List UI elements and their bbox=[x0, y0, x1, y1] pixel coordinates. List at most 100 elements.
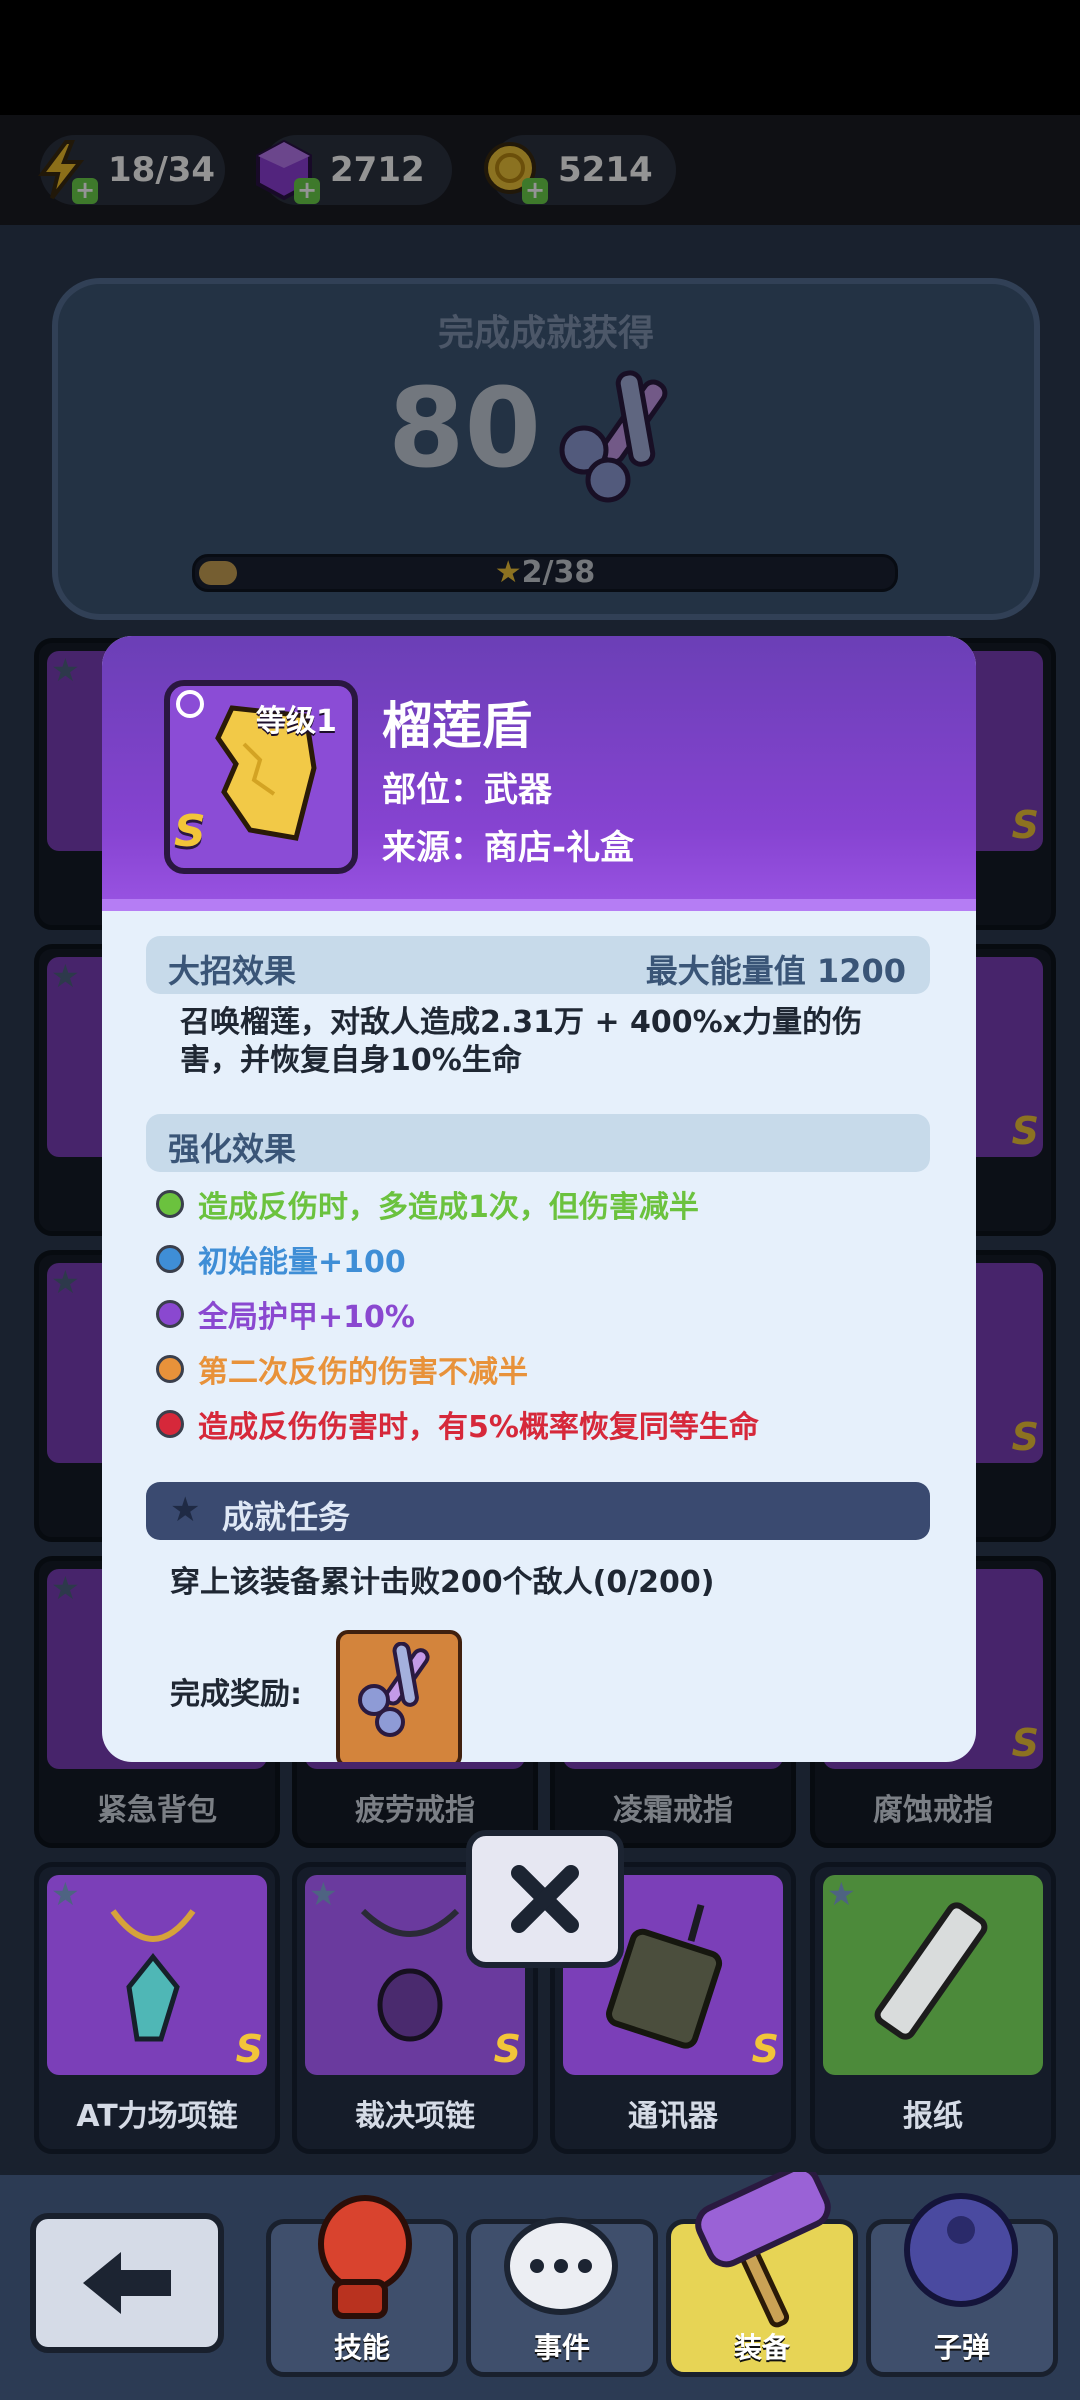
rank-badge: S bbox=[174, 806, 206, 857]
status-bar bbox=[0, 0, 1080, 115]
tab-events[interactable]: 事件 bbox=[466, 2217, 658, 2377]
necklace-icon bbox=[103, 1907, 203, 2051]
item-icon-frame: 等级1 S bbox=[164, 680, 358, 874]
bullet-dot-icon bbox=[156, 1300, 184, 1328]
close-button[interactable] bbox=[466, 1830, 624, 1968]
equipment-card-newspaper[interactable]: ★ 报纸 bbox=[810, 1862, 1056, 2154]
tab-label: 技能 bbox=[333, 2331, 390, 2364]
rank-badge: S bbox=[1011, 1415, 1039, 1459]
item-slot: 部位：武器 bbox=[382, 770, 552, 810]
tab-label: 装备 bbox=[733, 2331, 790, 2364]
blueberry-icon bbox=[901, 2184, 1021, 2318]
star-icon: ★ bbox=[51, 957, 80, 995]
item-name: 榴莲盾 bbox=[382, 697, 532, 755]
star-icon: ★ bbox=[51, 1875, 80, 1913]
ultimate-label: 大招效果 bbox=[168, 952, 297, 990]
card-label: 腐蚀戒指 bbox=[873, 1793, 993, 1828]
enhancement-item: 第二次反伤的伤害不减半 bbox=[156, 1347, 528, 1391]
add-gem-icon[interactable]: + bbox=[294, 178, 320, 204]
spiral-icon bbox=[176, 690, 204, 718]
close-icon bbox=[511, 1865, 579, 1933]
card-label: 凌霜戒指 bbox=[613, 1793, 733, 1828]
tab-skills[interactable]: 技能 bbox=[266, 2195, 458, 2377]
reward-label: 完成奖励: bbox=[170, 1677, 302, 1712]
bullet-dot-icon bbox=[156, 1245, 184, 1273]
item-source: 来源：商店-礼盒 bbox=[382, 828, 635, 868]
hammer-icon bbox=[689, 2164, 839, 2336]
bullet-dot-icon bbox=[156, 1355, 184, 1383]
card-label: 疲劳戒指 bbox=[355, 1793, 475, 1828]
chat-bubble-icon bbox=[501, 2214, 621, 2328]
ultimate-section-header: 大招效果 最大能量值 1200 bbox=[146, 936, 930, 994]
rank-badge: S bbox=[1011, 803, 1039, 847]
coin-value: 5214 bbox=[558, 150, 653, 190]
energy-value: 18/34 bbox=[108, 150, 216, 190]
rank-badge: S bbox=[493, 2027, 521, 2071]
equipment-card-at-field-necklace[interactable]: ★ S AT力场项链 bbox=[34, 1862, 280, 2154]
equipment-detail-modal: 等级1 S 榴莲盾 部位：武器 来源：商店-礼盒 大招效果 最大能量值 1200… bbox=[102, 636, 976, 1762]
pendant-icon bbox=[355, 1907, 465, 2051]
star-icon: ★ bbox=[51, 1263, 80, 1301]
ultimate-description-line2: 害，并恢复自身10%生命 bbox=[180, 1043, 522, 1078]
back-arrow-icon bbox=[83, 2252, 171, 2314]
item-level: 等级1 bbox=[256, 704, 337, 739]
star-icon: ★ bbox=[170, 1490, 201, 1530]
gem-counter[interactable]: + 2712 bbox=[256, 135, 452, 205]
card-label: AT力场项链 bbox=[76, 2099, 238, 2134]
enhancement-item: 全局护甲+10% bbox=[156, 1292, 415, 1336]
achievement-panel: 完成成就获得 80 ★2/38 bbox=[52, 278, 1040, 620]
resource-bar: + 18/34 + 2712 + 5214 bbox=[0, 115, 1080, 225]
boxing-glove-icon bbox=[307, 2190, 417, 2324]
rank-badge: S bbox=[1011, 1109, 1039, 1153]
gem-value: 2712 bbox=[330, 150, 425, 190]
star-icon: ★ bbox=[309, 1875, 338, 1913]
bullet-dot-icon bbox=[156, 1410, 184, 1438]
coin-icon: + bbox=[480, 138, 548, 204]
achievement-task-header: ★ 成就任务 bbox=[146, 1482, 930, 1540]
enhancement-item: 造成反伤时，多造成1次，但伤害减半 bbox=[156, 1182, 699, 1226]
card-label: 报纸 bbox=[903, 2099, 963, 2134]
task-label: 成就任务 bbox=[222, 1498, 351, 1536]
scissors-icon bbox=[350, 1641, 446, 1746]
gem-icon: + bbox=[252, 138, 320, 204]
star-icon: ★ bbox=[827, 1875, 856, 1913]
header-divider bbox=[102, 899, 976, 911]
lightning-icon: + bbox=[30, 138, 98, 204]
max-energy-label: 最大能量值 1200 bbox=[645, 952, 906, 990]
rank-badge: S bbox=[1011, 1721, 1039, 1765]
reward-item[interactable] bbox=[336, 1630, 462, 1762]
achievement-progress-label: ★2/38 bbox=[494, 555, 596, 590]
enhance-section-header: 强化效果 bbox=[146, 1114, 930, 1172]
achievement-progress-bar: ★2/38 bbox=[192, 554, 898, 592]
enhancement-item: 初始能量+100 bbox=[156, 1237, 406, 1281]
card-label: 裁决项链 bbox=[355, 2099, 475, 2134]
card-label: 紧急背包 bbox=[97, 1793, 217, 1828]
bullet-dot-icon bbox=[156, 1190, 184, 1218]
rank-badge: S bbox=[751, 2027, 779, 2071]
tab-label: 子弹 bbox=[933, 2331, 990, 2364]
scissors-icon bbox=[548, 368, 698, 512]
enhance-label: 强化效果 bbox=[168, 1130, 297, 1168]
back-button[interactable] bbox=[30, 2213, 224, 2353]
coin-counter[interactable]: + 5214 bbox=[484, 135, 676, 205]
add-coin-icon[interactable]: + bbox=[522, 178, 548, 204]
add-energy-icon[interactable]: + bbox=[72, 178, 98, 204]
tab-label: 事件 bbox=[533, 2331, 590, 2364]
walkie-talkie-icon bbox=[605, 1901, 735, 2055]
energy-counter[interactable]: + 18/34 bbox=[38, 135, 225, 205]
star-icon: ★ bbox=[494, 555, 522, 590]
tab-equipment[interactable]: 装备 bbox=[666, 2164, 858, 2377]
achievement-title: 完成成就获得 bbox=[437, 313, 654, 354]
modal-header: 等级1 S 榴莲盾 部位：武器 来源：商店-礼盒 bbox=[102, 636, 976, 911]
bottom-nav: 技能 事件 装备 子弹 bbox=[0, 2164, 1080, 2400]
enhancement-item: 造成反伤伤害时，有5%概率恢复同等生命 bbox=[156, 1402, 759, 1446]
star-icon: ★ bbox=[51, 651, 80, 689]
star-icon: ★ bbox=[51, 1569, 80, 1607]
ultimate-description-line1: 召唤榴莲，对敌人造成2.31万 + 400%x力量的伤 bbox=[180, 1005, 863, 1040]
tab-bullets[interactable]: 子弹 bbox=[866, 2193, 1058, 2377]
task-description: 穿上该装备累计击败200个敌人(0/200) bbox=[170, 1565, 715, 1600]
rank-badge: S bbox=[235, 2027, 263, 2071]
card-label: 通讯器 bbox=[628, 2099, 718, 2134]
achievement-value: 80 bbox=[388, 364, 542, 492]
newspaper-icon bbox=[861, 1897, 1001, 2051]
